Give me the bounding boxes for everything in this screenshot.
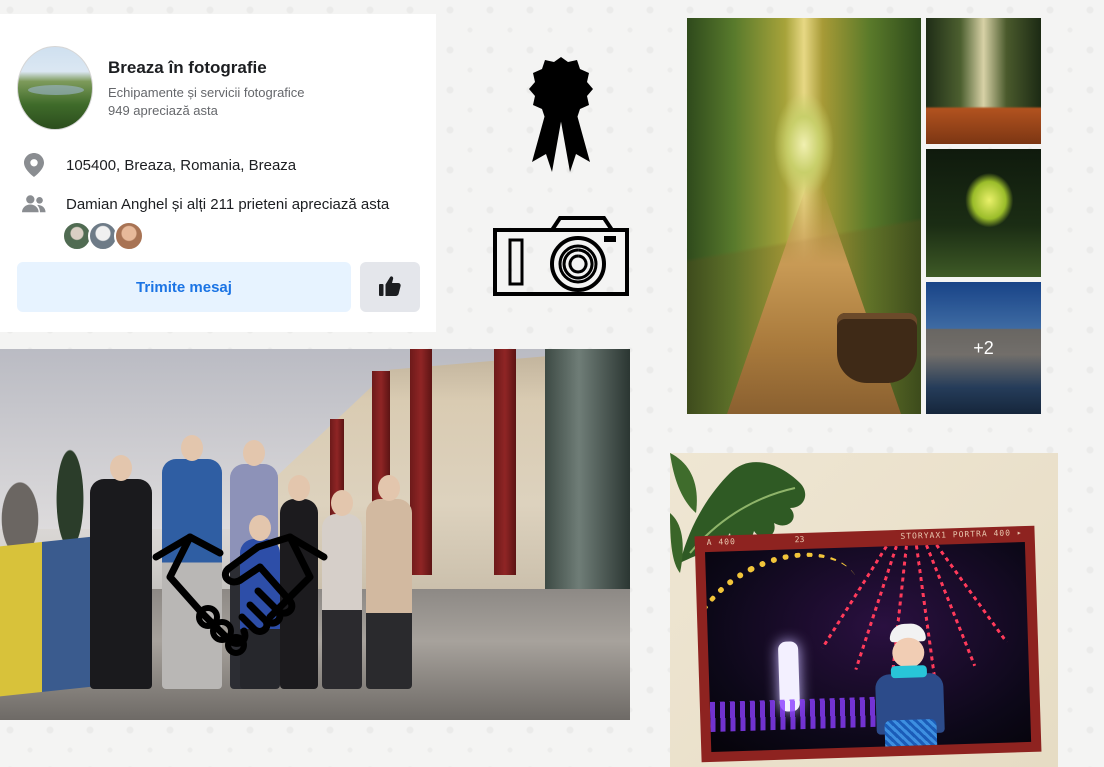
friends-avatar-stack[interactable] bbox=[62, 221, 144, 251]
friend-avatar[interactable] bbox=[114, 221, 144, 251]
gallery-photo-thumb[interactable] bbox=[926, 18, 1041, 144]
page-photo-gallery: +2 bbox=[687, 18, 1041, 414]
address-text: 105400, Breaza, Romania, Breaza bbox=[66, 156, 297, 174]
page-likes-count: 949 apreciază asta bbox=[108, 103, 218, 118]
photo-column bbox=[494, 349, 516, 575]
address-row: 105400, Breaza, Romania, Breaza bbox=[22, 153, 296, 177]
gallery-photo-main[interactable] bbox=[687, 18, 921, 414]
photo-child-scarf bbox=[890, 665, 928, 679]
photo-person bbox=[366, 475, 412, 689]
more-photos-count[interactable]: +2 bbox=[926, 282, 1041, 414]
award-ribbon-icon bbox=[526, 54, 596, 179]
thumbs-up-icon bbox=[379, 275, 401, 299]
handshake-icon bbox=[150, 517, 330, 672]
christmas-lights-photo[interactable] bbox=[705, 542, 1032, 752]
page-category: Echipamente și servicii fotografice bbox=[108, 85, 305, 100]
group-photo bbox=[0, 349, 630, 720]
like-page-button[interactable] bbox=[360, 262, 420, 312]
send-message-button[interactable]: Trimite mesaj bbox=[17, 262, 351, 312]
photo-child-tinsel bbox=[884, 718, 938, 752]
friends-like-row: Damian Anghel și alți 211 prieteni aprec… bbox=[22, 192, 389, 216]
camera-icon bbox=[492, 214, 630, 303]
friends-like-text[interactable]: Damian Anghel și alți 211 prieteni aprec… bbox=[66, 196, 389, 213]
christmas-photo-card: A 400 23 STORYAX1 PORTRA 400 ▸ bbox=[670, 453, 1058, 767]
photo-child-face bbox=[891, 637, 925, 669]
page-title[interactable]: Breaza în fotografie bbox=[108, 58, 267, 78]
page-profile-card: Breaza în fotografie Echipamente și serv… bbox=[0, 14, 436, 332]
gallery-photo-thumb[interactable] bbox=[926, 149, 1041, 277]
film-frame: A 400 23 STORYAX1 PORTRA 400 ▸ bbox=[694, 525, 1042, 763]
photo-child bbox=[867, 622, 951, 752]
film-frame-text: STORYAX1 PORTRA 400 ▸ bbox=[900, 528, 1023, 541]
location-pin-icon bbox=[22, 153, 46, 177]
film-frame-text: A 400 bbox=[706, 537, 736, 548]
film-frame-text: 23 bbox=[794, 534, 805, 545]
photo-person bbox=[90, 455, 152, 689]
photo-purple-lights bbox=[709, 696, 891, 732]
page-avatar[interactable] bbox=[17, 46, 93, 130]
people-icon bbox=[22, 192, 46, 216]
